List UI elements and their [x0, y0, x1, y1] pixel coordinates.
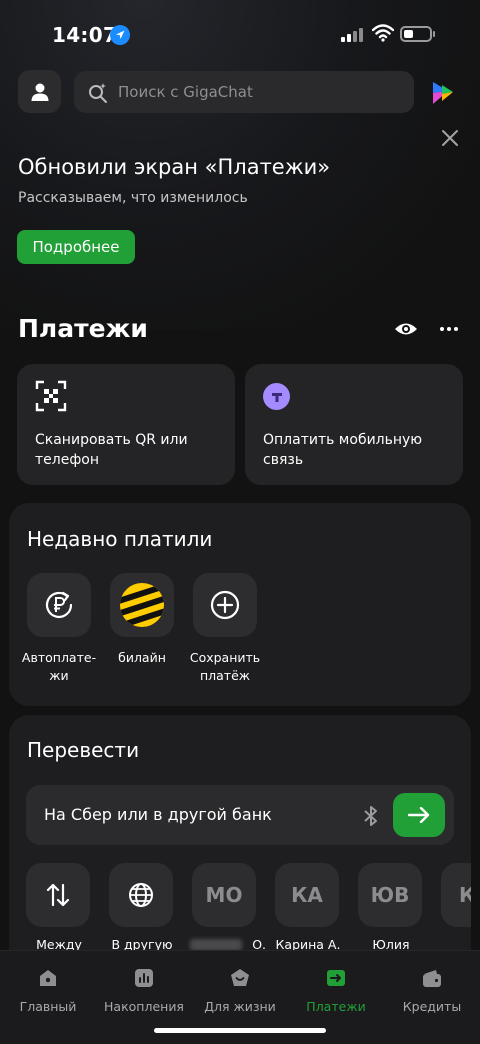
tab-label: Главный: [19, 999, 77, 1014]
search-bar[interactable]: [74, 71, 414, 113]
contact-avatar: МО: [192, 863, 256, 927]
contact-item[interactable]: Между: [26, 863, 92, 952]
tab-label: Для жизни: [204, 999, 276, 1014]
contact-item[interactable]: К Ка: [441, 863, 471, 927]
recent-item-beeline[interactable]: билайн: [109, 573, 175, 667]
user-icon: [31, 83, 48, 101]
arrows-swap-icon: [46, 883, 70, 907]
location-icon: [110, 25, 130, 45]
autopay-ruble-icon: [45, 591, 73, 618]
bluetooth-icon[interactable]: [361, 804, 381, 828]
battery-icon: [400, 26, 435, 42]
mobile-operator-icon: [263, 383, 290, 410]
gigachat-search-icon: [89, 83, 107, 103]
recent-item-label: Автоплате-жи: [21, 650, 97, 683]
lifestyle-icon: [231, 969, 249, 986]
close-banner-button[interactable]: [440, 128, 460, 148]
tab-payments[interactable]: Платежи: [288, 963, 384, 1014]
more-options-icon[interactable]: [440, 327, 458, 331]
contact-avatar: К: [441, 863, 471, 927]
contact-avatar: КА: [275, 863, 339, 927]
contact-avatar: ЮВ: [358, 863, 422, 927]
search-input[interactable]: [116, 82, 400, 102]
scan-qr-card[interactable]: Сканировать QR или телефон: [17, 364, 235, 485]
recent-title: Недавно платили: [27, 527, 213, 551]
contact-item[interactable]: МО О.: [192, 863, 266, 952]
banner-subtitle: Рассказываем, что изменилось: [18, 190, 248, 206]
cellular-signal-icon: [341, 28, 363, 42]
home-indicator: [154, 1028, 326, 1033]
qr-scan-icon: [35, 380, 67, 412]
recent-item-label: билайн: [118, 650, 166, 665]
tab-savings[interactable]: Накопления: [96, 963, 192, 1014]
transfer-field-label: На Сбер или в другой банк: [44, 805, 272, 824]
contact-item[interactable]: В другую: [109, 863, 175, 952]
page-title: Платежи: [18, 314, 148, 343]
contact-item[interactable]: КА Карина А.: [275, 863, 341, 952]
arrow-right-icon: [408, 807, 430, 823]
transfer-title: Перевести: [27, 738, 140, 762]
tab-lifestyle[interactable]: Для жизни: [192, 963, 288, 1014]
close-icon: [442, 130, 458, 146]
payments-icon: [327, 970, 345, 986]
recent-item-autopay[interactable]: Автоплате-жи: [22, 573, 96, 685]
tab-main[interactable]: Главный: [0, 963, 96, 1014]
home-icon: [40, 970, 56, 986]
transfer-go-button[interactable]: [393, 793, 445, 837]
gigachat-logo-icon[interactable]: [428, 80, 456, 110]
status-time: 14:07: [52, 23, 118, 47]
banner-title: Обновили экран «Платежи»: [18, 155, 331, 179]
tab-label: Кредиты: [402, 999, 462, 1014]
scan-qr-label: Сканировать QR или телефон: [35, 432, 188, 468]
profile-button[interactable]: [18, 70, 61, 113]
tab-label: Накопления: [104, 999, 184, 1014]
globe-icon: [129, 883, 153, 907]
tab-credits[interactable]: Кредиты: [384, 963, 480, 1014]
more-details-button[interactable]: Подробнее: [17, 230, 135, 264]
mobile-payment-card[interactable]: Оплатить мобильную связь: [245, 364, 463, 485]
wifi-icon: [371, 24, 395, 46]
recent-item-save-payment[interactable]: Сохранить платёж: [190, 573, 260, 685]
beeline-logo-icon: [120, 583, 164, 627]
wallet-icon: [423, 970, 441, 987]
eye-icon[interactable]: [394, 319, 418, 343]
chart-icon: [135, 969, 153, 987]
recent-item-label: Сохранить платёж: [189, 650, 261, 683]
recent-payments-panel: Недавно платили Автоплате-жи билайн Сохр…: [9, 503, 471, 706]
contact-item[interactable]: ЮВ Юлия: [358, 863, 424, 952]
tab-label: Платежи: [306, 999, 366, 1014]
transfer-input[interactable]: На Сбер или в другой банк: [26, 785, 454, 845]
plus-circle-icon: [210, 590, 240, 620]
mobile-payment-label: Оплатить мобильную связь: [263, 432, 423, 468]
